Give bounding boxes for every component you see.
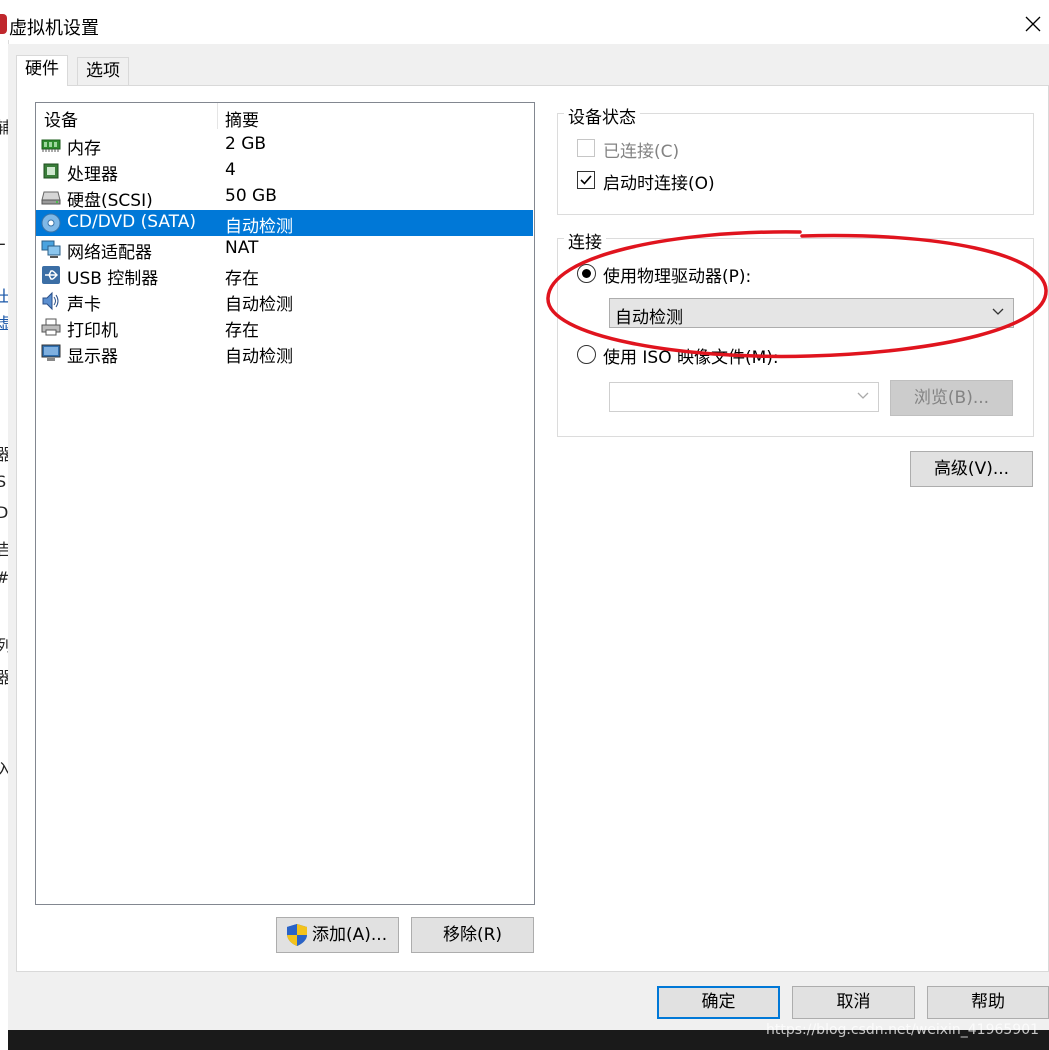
display-icon (41, 344, 61, 361)
usb-icon (42, 266, 60, 284)
connection-title: 连接 (564, 228, 606, 253)
physical-drive-select[interactable]: 自动检测 (609, 298, 1014, 328)
device-status-group (557, 113, 1034, 215)
device-name: CD/DVD (SATA) (67, 212, 196, 232)
close-icon (1025, 16, 1040, 32)
device-summary: 自动检测 (225, 347, 293, 367)
remove-device-button[interactable]: 移除(R) (411, 917, 534, 953)
sound-card-icon (42, 291, 59, 311)
app-icon (0, 14, 7, 34)
device-row-sound-card[interactable]: 声卡 自动检测 (36, 288, 533, 315)
device-summary: 4 (225, 160, 236, 180)
close-button[interactable] (1016, 6, 1049, 42)
column-header-summary[interactable]: 摘要 (225, 106, 259, 131)
connected-label[interactable]: 已连接(C) (603, 137, 679, 162)
column-header-device[interactable]: 设备 (44, 106, 78, 131)
iso-image-radio[interactable] (577, 345, 596, 364)
background-glyph: L (0, 230, 5, 249)
connected-checkbox[interactable] (577, 139, 595, 157)
device-row-processor[interactable]: 处理器 4 (36, 158, 533, 185)
printer-icon (41, 318, 61, 336)
browse-button[interactable]: 浏览(B)... (890, 380, 1013, 416)
chevron-down-icon (857, 392, 869, 399)
tab-options[interactable]: 选项 (77, 57, 129, 85)
iso-image-label[interactable]: 使用 ISO 映像文件(M): (603, 343, 779, 368)
column-separator[interactable] (217, 103, 218, 129)
chevron-down-icon (992, 308, 1004, 315)
physical-drive-radio[interactable] (577, 264, 596, 283)
connect-at-power-on-checkbox[interactable] (577, 171, 595, 189)
device-status-title: 设备状态 (564, 103, 640, 128)
watermark-text: https://blog.csdn.net/weixin_41965901 (766, 1022, 1040, 1038)
background-glyph: S (0, 472, 7, 491)
memory-icon (41, 139, 61, 152)
device-row-memory[interactable]: 内存 2 GB (36, 132, 533, 159)
device-summary: 自动检测 (225, 217, 293, 237)
title-bar: 虚拟机设置 (0, 0, 1049, 44)
device-row-printer[interactable]: 打印机 存在 (36, 314, 533, 341)
device-summary: 存在 (225, 269, 259, 289)
hard-disk-icon (41, 191, 61, 205)
tab-hardware[interactable]: 硬件 (16, 55, 68, 86)
physical-drive-value: 自动检测 (615, 308, 683, 328)
device-summary: 50 GB (225, 186, 277, 206)
device-row-usb-controller[interactable]: USB 控制器 存在 (36, 262, 533, 289)
cancel-button[interactable]: 取消 (792, 986, 915, 1019)
device-summary: 2 GB (225, 134, 267, 154)
window-title: 虚拟机设置 (9, 18, 99, 39)
physical-drive-label[interactable]: 使用物理驱动器(P): (603, 262, 751, 287)
advanced-button[interactable]: 高级(V)... (910, 451, 1033, 487)
device-summary: 存在 (225, 321, 259, 341)
device-name: 处理器 (67, 165, 118, 185)
connect-at-power-on-label[interactable]: 启动时连接(O) (603, 169, 715, 194)
network-adapter-icon (41, 240, 61, 258)
device-row-cd-dvd[interactable]: CD/DVD (SATA) 自动检测 (36, 210, 533, 237)
uac-shield-icon (287, 924, 307, 946)
iso-path-combo[interactable] (609, 382, 879, 412)
device-summary: NAT (225, 238, 259, 258)
device-name: USB 控制器 (67, 269, 159, 289)
device-name: 打印机 (67, 321, 118, 341)
add-device-button[interactable]: 添加(A)... (276, 917, 399, 953)
add-device-label: 添加(A)... (312, 925, 388, 945)
checkmark-icon (580, 175, 592, 185)
device-name: 硬盘(SCSI) (67, 191, 153, 211)
ok-button[interactable]: 确定 (657, 986, 780, 1019)
device-row-hard-disk[interactable]: 硬盘(SCSI) 50 GB (36, 184, 533, 211)
help-button[interactable]: 帮助 (927, 986, 1049, 1019)
device-row-display[interactable]: 显示器 自动检测 (36, 340, 533, 367)
device-name: 内存 (67, 139, 101, 159)
device-row-network-adapter[interactable]: 网络适配器 NAT (36, 236, 533, 263)
device-summary: 自动检测 (225, 295, 293, 315)
cd-dvd-icon (41, 213, 61, 233)
device-name: 显示器 (67, 347, 118, 367)
processor-icon (43, 163, 59, 179)
device-name: 声卡 (67, 295, 101, 315)
device-name: 网络适配器 (67, 243, 152, 263)
